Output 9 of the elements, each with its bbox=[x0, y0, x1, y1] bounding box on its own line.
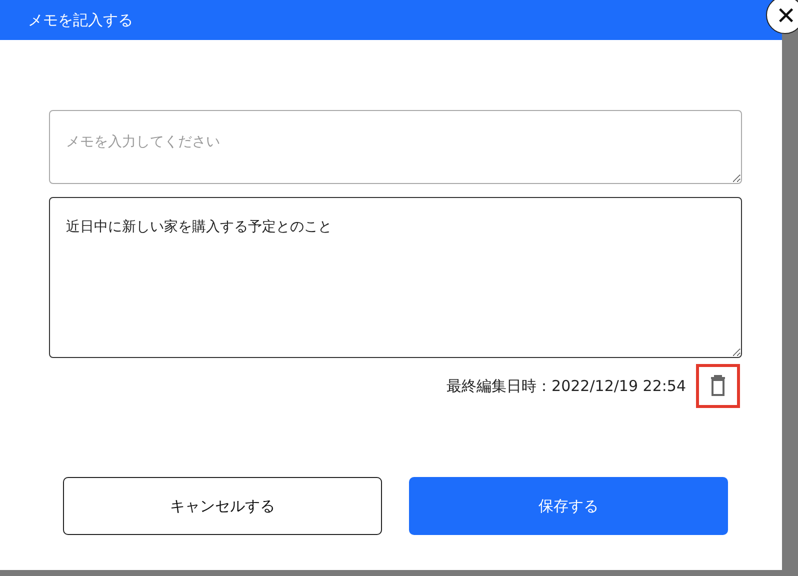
cancel-button[interactable]: キャンセルする bbox=[63, 477, 382, 535]
memo-input-field[interactable]: メモを入力してください bbox=[49, 110, 742, 184]
save-button[interactable]: 保存する bbox=[409, 477, 728, 535]
dialog-title: メモを記入する bbox=[28, 10, 133, 30]
trash-icon bbox=[710, 375, 726, 397]
delete-button[interactable] bbox=[696, 364, 740, 408]
memo-text-field[interactable]: 近日中に新しい家を購入する予定とのこと bbox=[49, 197, 742, 358]
close-button[interactable]: ✕ bbox=[766, 0, 798, 34]
last-edited-text: 最終編集日時：2022/12/19 22:54 bbox=[446, 376, 686, 396]
